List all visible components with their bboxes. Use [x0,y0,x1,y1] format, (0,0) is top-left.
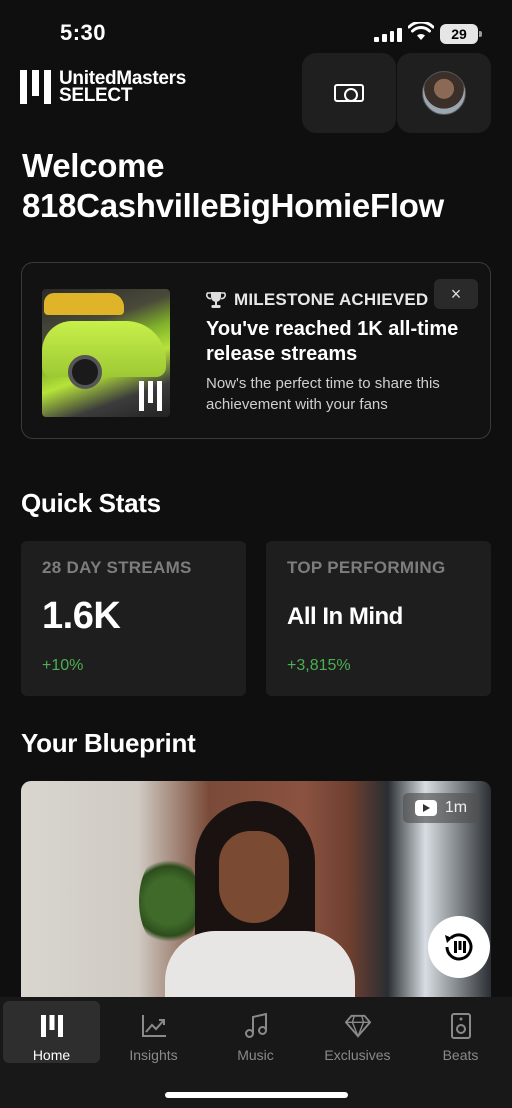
welcome-username: 818CashvilleBigHomieFlow [22,187,444,224]
close-icon: × [450,283,462,304]
earnings-button[interactable] [302,53,396,133]
milestone-badge: MILESTONE ACHIEVED [206,290,428,310]
signal-icon [374,26,402,42]
tab-label: Home [32,1047,71,1063]
tab-home[interactable]: Home [3,1001,100,1063]
quick-stats-title: Quick Stats [21,488,161,518]
video-play-icon [414,800,437,816]
video-duration: 1m [444,799,468,816]
welcome-heading: Welcome 818CashvilleBigHomieFlow [22,146,444,226]
trophy-icon [206,292,226,308]
milestone-card[interactable]: MILESTONE ACHIEVED × You've reached 1K a… [21,262,491,439]
music-icon [243,1013,269,1039]
milestone-text: Now's the perfect time to share this ach… [206,375,440,413]
video-presenter [165,801,355,997]
stat-label: 28 DAY STREAMS [42,558,192,577]
welcome-greeting: Welcome [22,147,165,184]
stat-value: All In Mind [287,603,403,630]
wifi-icon [408,22,434,40]
tab-exclusives[interactable]: Exclusives [309,1001,406,1063]
status-time: 5:30 [60,20,107,45]
milestone-thumbnail [42,289,170,417]
speaker-icon [448,1013,474,1039]
blueprint-video[interactable]: 1m [21,781,491,997]
tab-label: Exclusives [324,1047,391,1063]
diamond-icon [344,1013,371,1039]
unitedmasters-logo: UnitedMasters SELECT [20,69,186,106]
replay-icon [445,933,473,961]
stat-value: 1.6K [42,595,121,637]
replay-button[interactable] [428,916,490,978]
stat-card-top-performing[interactable]: TOP PERFORMING All In Mind +3,815% [266,541,491,696]
cash-icon [334,84,364,102]
stat-card-streams[interactable]: 28 DAY STREAMS 1.6K +10% [21,541,246,696]
home-indicator [165,1092,348,1098]
insights-icon [141,1013,167,1039]
thumbnail-logo-icon [139,381,162,411]
video-duration-badge: 1m [403,793,479,823]
close-milestone-button[interactable]: × [434,279,478,309]
stat-change: +10% [42,657,84,674]
blueprint-title: Your Blueprint [21,728,196,758]
milestone-title: You've reached 1K all-time release strea… [206,318,459,365]
logo-line-2: SELECT [59,85,133,106]
logo-text: UnitedMasters SELECT [59,69,186,106]
tab-label: Insights [129,1047,178,1063]
tab-label: Beats [442,1047,479,1063]
stat-label: TOP PERFORMING [287,558,446,577]
avatar [422,71,466,115]
battery-icon: 29 [440,24,482,44]
tab-music[interactable]: Music [207,1001,304,1063]
tab-beats[interactable]: Beats [412,1001,509,1063]
milestone-badge-label: MILESTONE ACHIEVED [234,290,429,309]
stat-change: +3,815% [287,657,351,674]
tab-insights[interactable]: Insights [105,1001,202,1063]
logo-mark-icon [20,70,51,104]
profile-button[interactable] [397,53,491,133]
tab-label: Music [237,1047,274,1063]
home-icon [39,1013,65,1039]
